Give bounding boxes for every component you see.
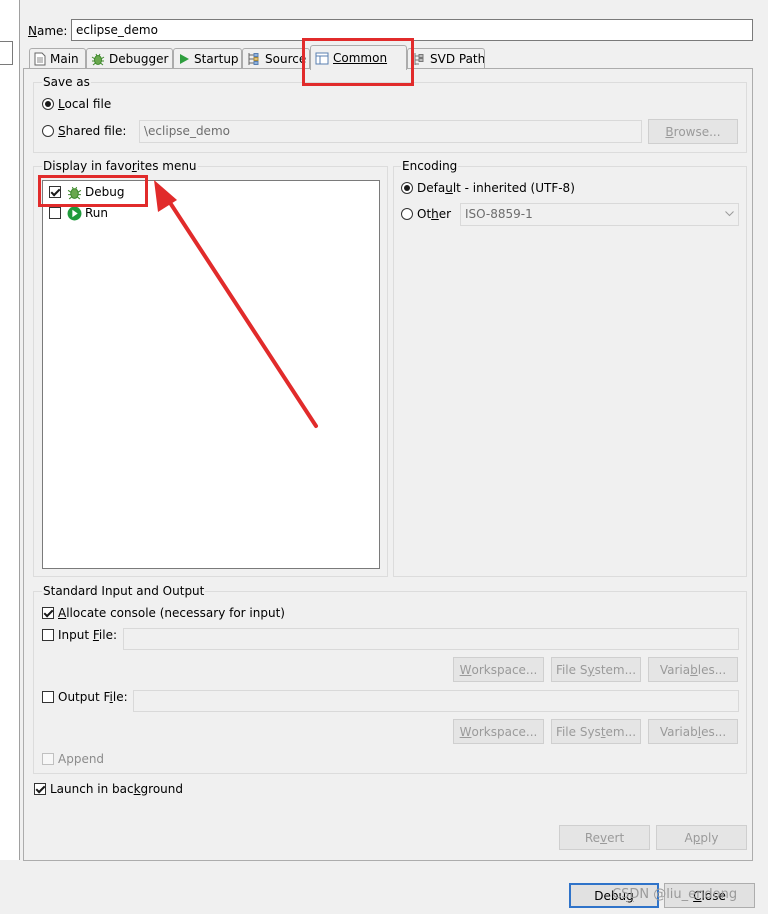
tab-common-label: Common	[333, 51, 388, 65]
watermark: CSDN @liu_endong	[612, 887, 738, 902]
common-icon	[315, 52, 329, 64]
annotation-arrow	[154, 180, 318, 428]
tab-common[interactable]: Common	[310, 45, 407, 70]
